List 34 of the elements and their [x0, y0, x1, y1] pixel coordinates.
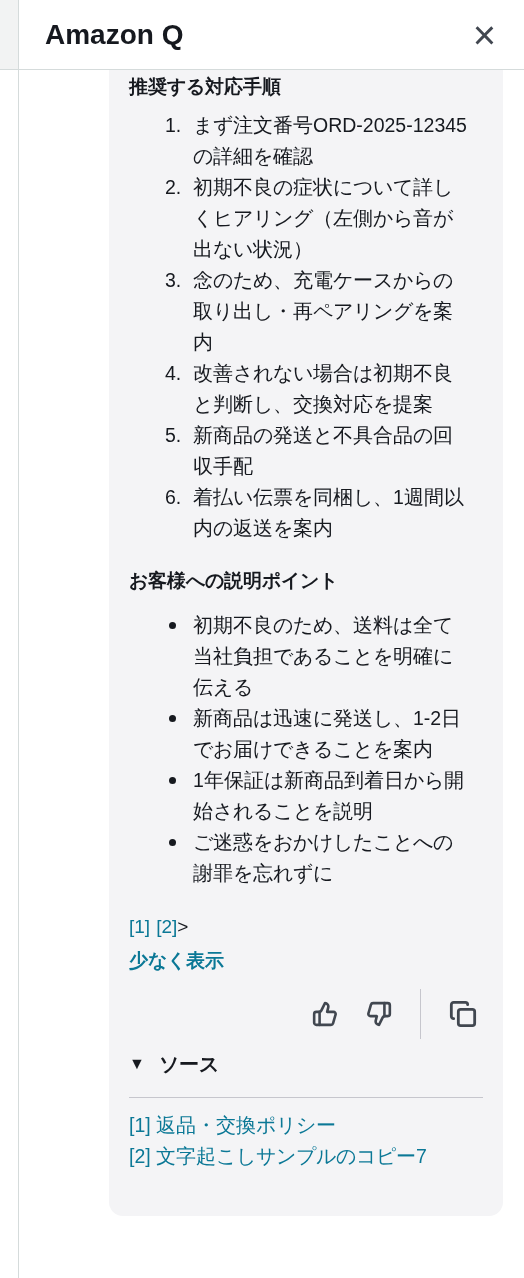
source-link[interactable]: [2] 文字起こしサンプルのコピー7: [129, 1141, 483, 1172]
step-number: 3.: [165, 268, 183, 293]
step-text: まず注文番号ORD-2025-12345の詳細を確認: [193, 113, 468, 169]
step-number: 5.: [165, 423, 183, 448]
bullet-text: ご迷惑をおかけしたことへの謝罪を忘れずに: [193, 830, 454, 886]
copy-icon[interactable]: [449, 1000, 477, 1028]
sources-toggle[interactable]: ▼ ソース: [129, 1049, 219, 1079]
bullet-icon: [169, 777, 176, 784]
step-text: 改善されない場合は初期不良と判断し、交換対応を提案: [193, 361, 454, 417]
bullet-text: 新商品は迅速に発送し、1-2日でお届けできることを案内: [193, 706, 463, 762]
source-link[interactable]: [1] 返品・交換ポリシー: [129, 1110, 483, 1141]
step-text: 着払い伝票を同梱し、1週間以内の返送を案内: [193, 485, 465, 541]
step-number: 1.: [165, 113, 183, 138]
citation-link[interactable]: [1]: [129, 913, 151, 941]
bullet-icon: [169, 839, 176, 846]
show-less-link[interactable]: 少なく表示: [129, 947, 483, 975]
step-number: 4.: [165, 361, 183, 386]
step-number: 2.: [165, 175, 183, 200]
thumbs-up-icon[interactable]: [312, 1001, 338, 1027]
step-text: 新商品の発送と不具合品の回収手配: [193, 423, 454, 479]
bullet-icon: [169, 715, 176, 722]
step-number: 6.: [165, 485, 183, 510]
step-text: 初期不良の症状について詳しくヒアリング（左側から音が出ない状況）: [193, 175, 454, 262]
citations-more: >: [177, 915, 189, 939]
citation-link[interactable]: [2]: [156, 913, 178, 941]
panel-title: Amazon Q: [45, 17, 184, 52]
section-heading: お客様への説明ポイント: [129, 569, 339, 593]
bullet-text: 1年保証は新商品到着日から開始されることを説明: [193, 768, 465, 824]
close-button[interactable]: ×: [472, 14, 496, 55]
section-heading: 推奨する対応手順: [129, 75, 282, 99]
step-text: 念のため、充電ケースからの取り出し・再ペアリングを案内: [193, 268, 454, 355]
bullet-icon: [169, 622, 176, 629]
bullet-text: 初期不良のため、送料は全て当社負担であることを明確に伝える: [193, 613, 454, 700]
thumbs-down-icon[interactable]: [366, 1001, 392, 1027]
